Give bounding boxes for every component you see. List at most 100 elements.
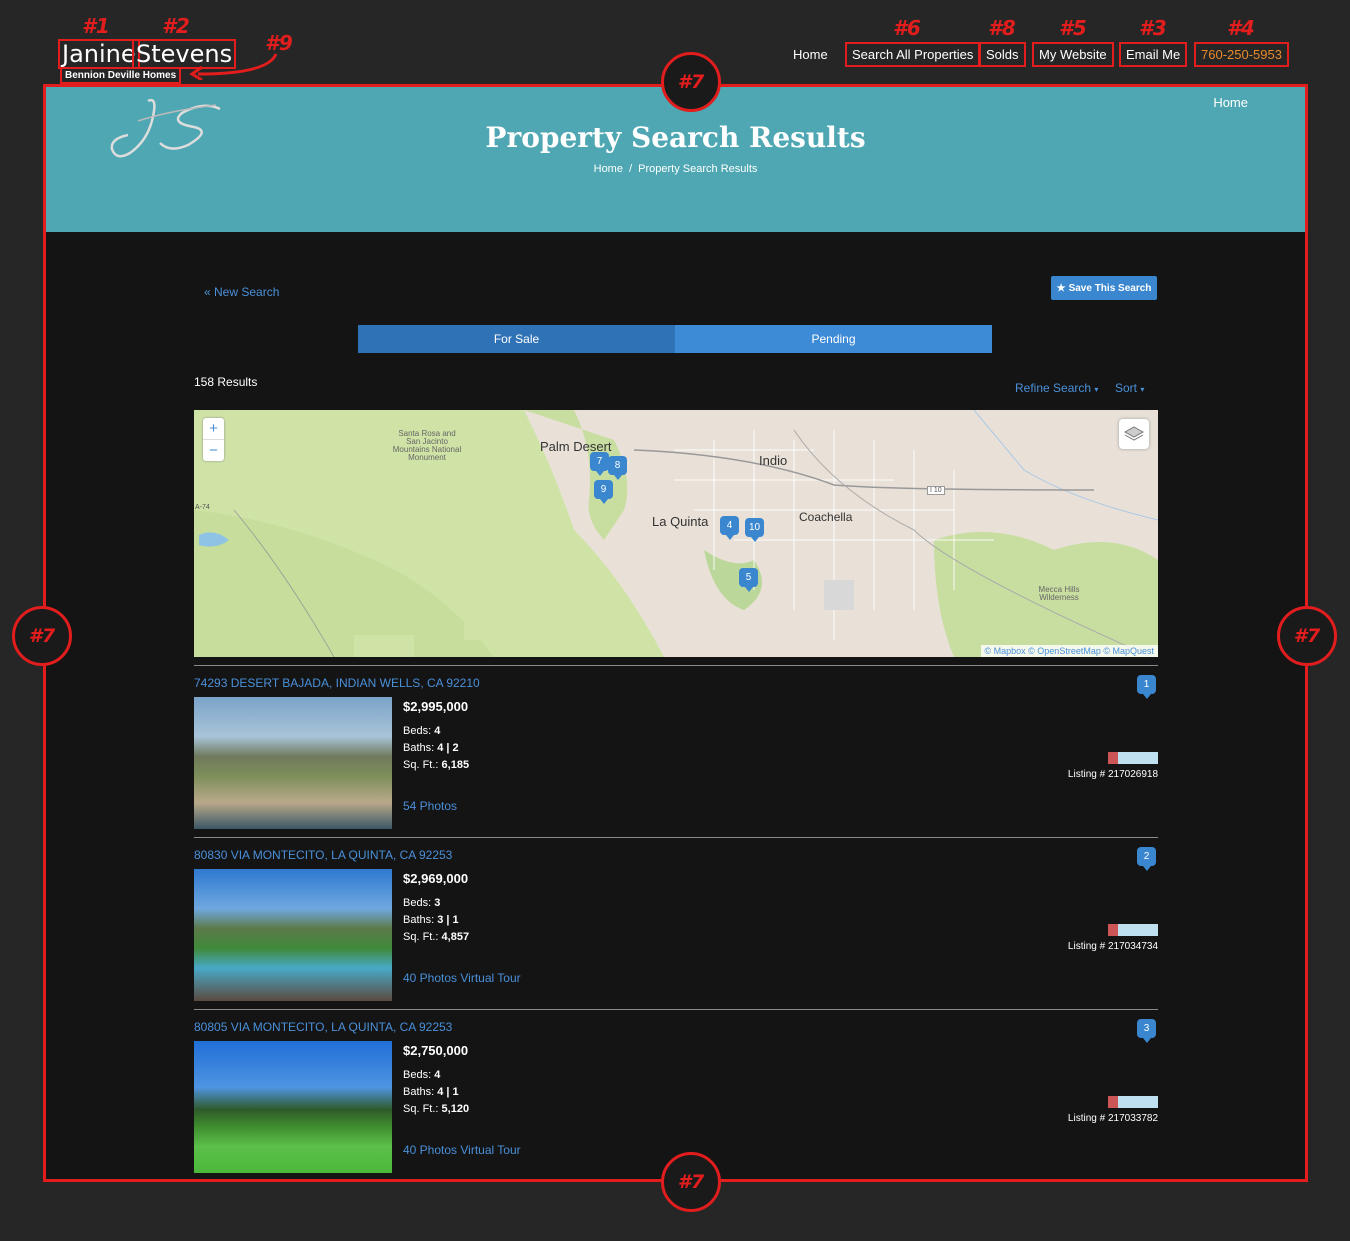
save-search-button[interactable]: ★ Save This Search [1051,276,1157,300]
listing-beds: Beds: 4 [403,723,440,739]
sqft-value: 5,120 [441,1103,470,1115]
company-name: Bennion Deville Homes [60,67,182,84]
map-marker[interactable]: 7 [590,452,609,476]
listing-photo[interactable] [194,1041,392,1173]
listing-beds: Beds: 3 [403,895,440,911]
agent-logo [1108,1096,1158,1108]
listing-price: $2,969,000 [403,871,469,886]
listing-baths: Baths: 4 | 1 [403,1084,459,1100]
nav-my-website[interactable]: My Website [1032,42,1114,67]
layers-icon [1124,426,1144,441]
listing-beds: Beds: 4 [403,1067,440,1083]
map-label-i10: I 10 [927,486,945,495]
nav-solds[interactable]: Solds [979,42,1026,67]
map-marker[interactable]: 10 [745,518,764,542]
tab-pending[interactable]: Pending [675,325,992,353]
annotation-5: #5 [1059,16,1087,40]
annotation-1: #1 [82,14,110,38]
nav-phone[interactable]: 760-250-5953 [1194,42,1289,67]
map-label-santa-rosa: Santa Rosa and San Jacinto Mountains Nat… [392,429,462,462]
listing-number: Listing # 217026918 [1067,769,1158,780]
sqft-label: Sq. Ft.: [403,759,439,771]
map-label-coachella: Coachella [799,510,853,524]
listing-photos-link[interactable]: 40 Photos Virtual Tour [403,1143,521,1157]
listing-marker[interactable]: 2 [1137,847,1156,871]
sort-label: Sort [1115,381,1138,395]
map-attribution[interactable]: © Mapbox © OpenStreetMap © MapQuest [980,645,1158,657]
star-icon: ★ [1056,282,1066,294]
baths-label: Baths: [403,1086,435,1098]
map-marker[interactable]: 8 [608,456,627,480]
listing-price: $2,750,000 [403,1043,469,1058]
nav-home[interactable]: Home [788,44,833,66]
annotation-arrow-icon [189,53,278,80]
map-label-mecca: Mecca Hills Wilderness [1038,585,1080,602]
map-marker[interactable]: 9 [594,480,613,504]
beds-value: 4 [434,1069,441,1081]
annotation-2: #2 [162,14,190,38]
baths-label: Baths: [403,742,435,754]
beds-label: Beds: [403,725,432,737]
nav-search-all[interactable]: Search All Properties [845,42,981,67]
breadcrumb-separator: / [629,163,633,175]
annotation-6: #6 [893,16,921,40]
refine-search-dropdown[interactable]: Refine Search ▾ [1015,381,1098,395]
baths-value: 4 | 1 [437,1086,459,1098]
refine-label: Refine Search [1015,381,1092,395]
listing-photo[interactable] [194,869,392,1001]
map-label-indio: Indio [759,453,788,468]
main-frame: Home Property Search Results Home / Prop… [43,84,1308,1182]
page-title: Property Search Results [485,121,866,154]
annotation-7-right: #7 [1277,606,1337,666]
map-label-la-quinta: La Quinta [652,514,709,529]
divider [194,665,1158,666]
listing-marker[interactable]: 1 [1137,675,1156,699]
breadcrumb-home[interactable]: Home [594,163,623,175]
annotation-7-left: #7 [12,606,72,666]
baths-value: 3 | 1 [437,914,459,926]
results-map[interactable]: + − Santa Rosa and San Jacinto Mountains… [194,410,1158,657]
beds-value: 4 [434,725,441,737]
listing-sqft: Sq. Ft.: 4,857 [403,929,469,945]
listing-photos-link[interactable]: 40 Photos Virtual Tour [403,971,521,985]
layers-button[interactable] [1119,419,1149,449]
baths-label: Baths: [403,914,435,926]
zoom-in-button[interactable]: + [203,418,224,440]
listing-photo[interactable] [194,697,392,829]
listing-address[interactable]: 80830 VIA MONTECITO, LA QUINTA, CA 92253 [194,848,452,862]
hero-banner: Home Property Search Results Home / Prop… [46,87,1305,232]
map-terrain [194,410,1158,657]
caret-down-icon: ▾ [1094,385,1099,394]
baths-value: 4 | 2 [437,742,459,754]
listing-baths: Baths: 3 | 1 [403,912,459,928]
first-name: Janine [58,39,140,69]
listing-marker[interactable]: 3 [1137,1019,1156,1043]
beds-value: 3 [434,897,441,909]
tab-for-sale[interactable]: For Sale [358,325,675,353]
sort-dropdown[interactable]: Sort ▾ [1115,381,1144,395]
sqft-label: Sq. Ft.: [403,1103,439,1115]
listing-address[interactable]: 80805 VIA MONTECITO, LA QUINTA, CA 92253 [194,1020,452,1034]
listing-address[interactable]: 74293 DESERT BAJADA, INDIAN WELLS, CA 92… [194,676,480,690]
listing-price: $2,995,000 [403,699,469,714]
save-search-label: Save This Search [1068,282,1152,294]
breadcrumb: Home / Property Search Results [46,163,1305,175]
map-marker[interactable]: 5 [739,568,758,592]
divider [194,837,1158,838]
annotation-7-top: #7 [661,52,721,112]
sqft-value: 6,185 [441,759,470,771]
listing-sqft: Sq. Ft.: 5,120 [403,1101,469,1117]
caret-down-icon: ▾ [1140,385,1145,394]
listing-number: Listing # 217033782 [1067,1113,1158,1124]
map-marker[interactable]: 4 [720,516,739,540]
annotation-4: #4 [1227,16,1255,40]
sqft-value: 4,857 [441,931,470,943]
map-label-a74: A-74 [195,504,210,511]
hero-home-link[interactable]: Home [1213,95,1248,110]
listing-number: Listing # 217034734 [1067,941,1158,952]
zoom-out-button[interactable]: − [203,440,224,461]
listing-photos-link[interactable]: 54 Photos [403,799,457,813]
beds-label: Beds: [403,1069,432,1081]
nav-email-me[interactable]: Email Me [1119,42,1188,67]
new-search-link[interactable]: « New Search [204,285,279,299]
